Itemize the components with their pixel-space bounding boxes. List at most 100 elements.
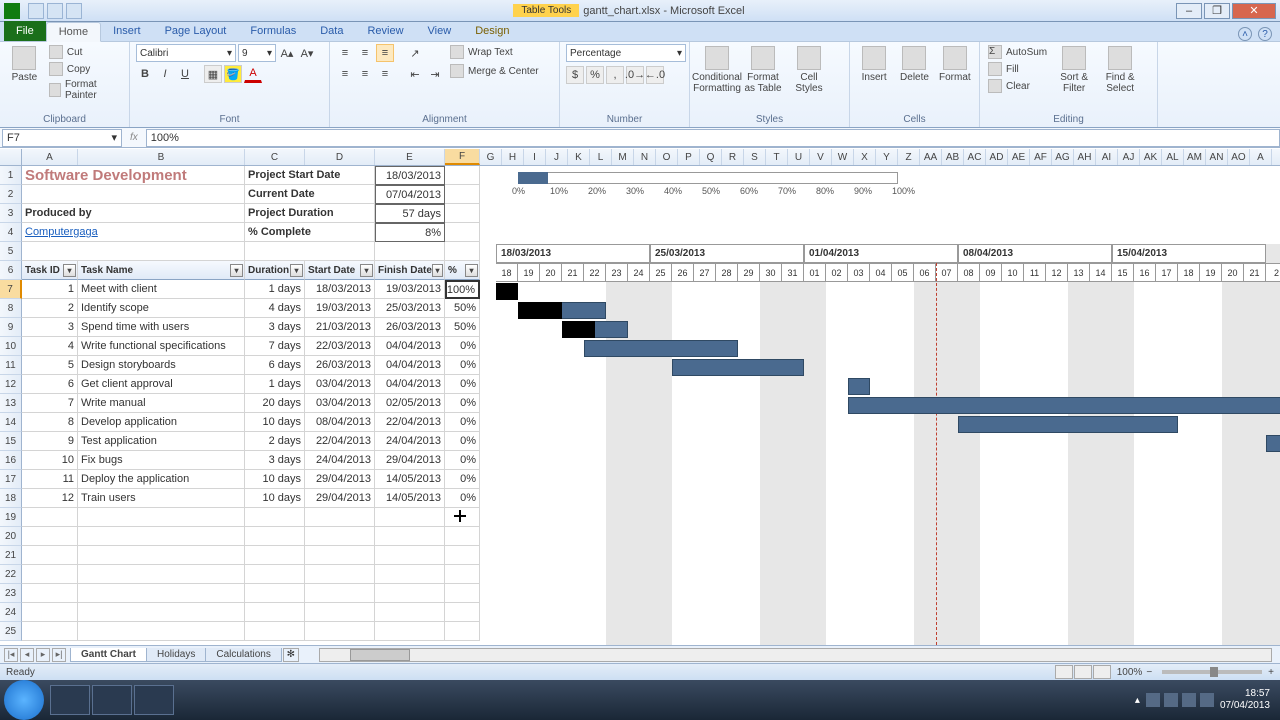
cell[interactable]: 4 xyxy=(22,337,78,356)
sheet-nav-last[interactable]: ▸| xyxy=(52,648,66,662)
table-header-duration[interactable]: Duration▾ xyxy=(245,261,305,280)
restore-button[interactable]: ❐ xyxy=(1204,3,1230,19)
cell[interactable]: 25/03/2013 xyxy=(375,299,445,318)
cell[interactable]: 14/05/2013 xyxy=(375,470,445,489)
cell[interactable] xyxy=(445,527,480,546)
cell[interactable]: 50% xyxy=(445,318,480,337)
cell[interactable] xyxy=(22,185,245,204)
select-all-corner[interactable] xyxy=(0,149,22,165)
wrap-text-button[interactable]: Wrap Text xyxy=(448,44,541,60)
cell[interactable]: Design storyboards xyxy=(78,356,245,375)
cell[interactable] xyxy=(375,603,445,622)
cell[interactable] xyxy=(375,622,445,641)
taskbar-excel[interactable] xyxy=(134,685,174,715)
find-select-button[interactable]: Find & Select xyxy=(1099,44,1141,96)
font-color-button[interactable]: A xyxy=(244,65,262,83)
number-format-dropdown[interactable]: Percentage▾ xyxy=(566,44,686,62)
cell[interactable] xyxy=(22,508,78,527)
row-header-17[interactable]: 17 xyxy=(0,470,22,489)
cell[interactable] xyxy=(305,584,375,603)
row-header-25[interactable]: 25 xyxy=(0,622,22,641)
cell[interactable] xyxy=(445,204,480,223)
cell[interactable] xyxy=(22,565,78,584)
tab-design[interactable]: Design xyxy=(463,21,521,41)
row-header-4[interactable]: 4 xyxy=(0,223,22,242)
cell[interactable] xyxy=(445,508,480,527)
row-header-12[interactable]: 12 xyxy=(0,375,22,394)
tab-view[interactable]: View xyxy=(416,21,464,41)
tray-icon[interactable] xyxy=(1146,693,1160,707)
cell[interactable] xyxy=(245,603,305,622)
cell[interactable] xyxy=(245,622,305,641)
shrink-font-icon[interactable]: A▾ xyxy=(298,44,316,62)
sheet-tab-holidays[interactable]: Holidays xyxy=(146,648,206,662)
filter-button[interactable]: ▾ xyxy=(290,264,303,277)
cell[interactable] xyxy=(245,508,305,527)
cell[interactable]: 0% xyxy=(445,394,480,413)
formula-input[interactable]: 100% xyxy=(146,129,1280,147)
cell[interactable]: 6 xyxy=(22,375,78,394)
cell[interactable]: % Complete xyxy=(245,223,375,242)
row-header-20[interactable]: 20 xyxy=(0,527,22,546)
cell[interactable] xyxy=(245,565,305,584)
row-header-13[interactable]: 13 xyxy=(0,394,22,413)
cell[interactable]: Project Start Date xyxy=(245,166,375,185)
zoom-out-button[interactable]: − xyxy=(1146,667,1152,678)
fx-icon[interactable]: fx xyxy=(130,132,138,143)
cell[interactable]: 100% xyxy=(445,280,480,299)
column-header-B[interactable]: B xyxy=(78,149,245,165)
filter-button[interactable]: ▾ xyxy=(432,264,443,277)
italic-button[interactable]: I xyxy=(156,65,174,83)
row-header-8[interactable]: 8 xyxy=(0,299,22,318)
cell[interactable] xyxy=(22,242,245,261)
cell[interactable] xyxy=(78,565,245,584)
cell[interactable] xyxy=(245,527,305,546)
cell[interactable]: 04/04/2013 xyxy=(375,356,445,375)
cell[interactable]: Identify scope xyxy=(78,299,245,318)
cell[interactable]: 14/05/2013 xyxy=(375,489,445,508)
cell[interactable]: 5 xyxy=(22,356,78,375)
border-button[interactable]: ▦ xyxy=(204,65,222,83)
cell[interactable] xyxy=(445,584,480,603)
tab-insert[interactable]: Insert xyxy=(101,21,153,41)
cell[interactable]: 18/03/2013 xyxy=(375,166,445,185)
cell[interactable] xyxy=(78,546,245,565)
format-cells-button[interactable]: Format xyxy=(937,44,973,85)
cell[interactable]: Software Development xyxy=(22,166,245,185)
name-box[interactable]: F7▾ xyxy=(2,129,122,147)
cell[interactable]: 57 days xyxy=(375,204,445,223)
format-as-table-button[interactable]: Format as Table xyxy=(742,44,784,96)
conditional-formatting-button[interactable]: Conditional Formatting xyxy=(696,44,738,96)
row-header-9[interactable]: 9 xyxy=(0,318,22,337)
cell[interactable] xyxy=(445,603,480,622)
close-button[interactable]: ✕ xyxy=(1232,3,1276,19)
autosum-button[interactable]: ΣAutoSum xyxy=(986,44,1049,60)
cell[interactable]: 02/05/2013 xyxy=(375,394,445,413)
cell[interactable]: 26/03/2013 xyxy=(305,356,375,375)
cell[interactable]: 24/04/2013 xyxy=(375,432,445,451)
orientation-icon[interactable]: ↗ xyxy=(406,44,424,62)
column-header-D[interactable]: D xyxy=(305,149,375,165)
view-layout-button[interactable] xyxy=(1074,665,1092,679)
cell[interactable]: 08/04/2013 xyxy=(305,413,375,432)
sheet-tab-calculations[interactable]: Calculations xyxy=(205,648,281,662)
cell[interactable] xyxy=(305,527,375,546)
align-bottom-icon[interactable]: ≡ xyxy=(376,44,394,62)
cell[interactable] xyxy=(22,622,78,641)
cell[interactable]: 18/03/2013 xyxy=(305,280,375,299)
row-header-14[interactable]: 14 xyxy=(0,413,22,432)
delete-cells-button[interactable]: Delete xyxy=(896,44,932,85)
cell[interactable] xyxy=(375,508,445,527)
underline-button[interactable]: U xyxy=(176,65,194,83)
qat-redo-icon[interactable] xyxy=(66,3,82,19)
cell[interactable]: 1 days xyxy=(245,280,305,299)
row-header-21[interactable]: 21 xyxy=(0,546,22,565)
decrease-indent-icon[interactable]: ⇤ xyxy=(406,65,424,83)
cell[interactable]: 24/04/2013 xyxy=(305,451,375,470)
tab-review[interactable]: Review xyxy=(355,21,415,41)
column-header-C[interactable]: C xyxy=(245,149,305,165)
cell[interactable]: 0% xyxy=(445,470,480,489)
filter-button[interactable]: ▾ xyxy=(63,264,76,277)
row-header-24[interactable]: 24 xyxy=(0,603,22,622)
zoom-level[interactable]: 100% xyxy=(1117,667,1143,678)
